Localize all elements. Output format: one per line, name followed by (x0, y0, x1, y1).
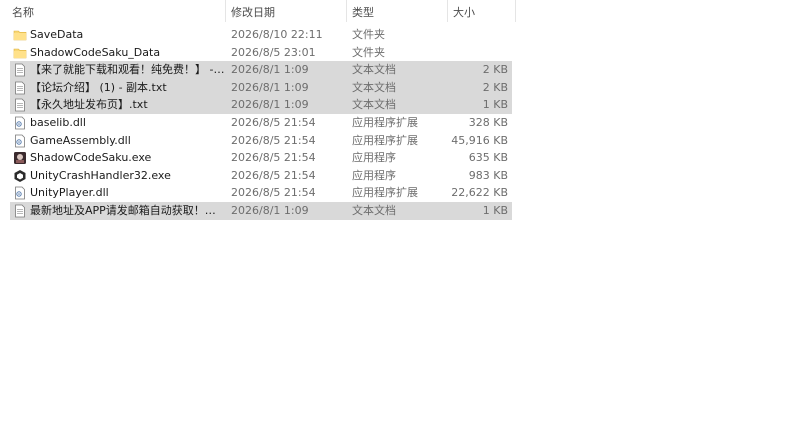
file-name: UnityPlayer.dll (30, 186, 109, 200)
file-size: 2 KB (482, 63, 508, 77)
file-type: 文件夹 (352, 28, 385, 41)
file-date: 2026/8/5 21:54 (231, 186, 316, 200)
file-row[interactable]: UnityCrashHandler32.exe 2026/8/5 21:54 应用程… (10, 167, 512, 185)
game-exe-icon (13, 151, 27, 165)
file-name: ShadowCodeSaku_Data (30, 45, 161, 59)
text-file-icon (13, 98, 27, 112)
file-date: 2026/8/5 21:54 (231, 115, 316, 129)
file-date: 2026/8/1 1:09 (231, 80, 309, 94)
file-name: 【永久地址发布页】.txt (30, 98, 148, 112)
file-row[interactable]: baselib.dll 2026/8/5 21:54 应用程序扩展 328 KB (10, 114, 512, 132)
file-size: 22,622 KB (451, 186, 508, 200)
column-divider[interactable] (225, 0, 226, 22)
file-list: SaveData 2026/8/10 22:11 文件夹 ShadowCodeSaku… (10, 26, 512, 220)
text-file-icon (13, 63, 27, 77)
file-size: 1 KB (482, 98, 508, 112)
file-date: 2026/8/1 1:09 (231, 203, 309, 217)
file-row[interactable]: SaveData 2026/8/10 22:11 文件夹 (10, 26, 512, 44)
file-date: 2026/8/5 23:01 (231, 45, 316, 59)
column-header-type[interactable]: 类型 (352, 4, 374, 20)
file-name: 【论坛介绍】 (1) - 副本.txt (30, 80, 167, 94)
dll-file-icon (13, 116, 27, 130)
file-row[interactable]: ShadowCodeSaku.exe 2026/8/5 21:54 应用程序 635 … (10, 149, 512, 167)
file-type: 文本文档 (352, 80, 396, 94)
file-type: 应用程序 (352, 168, 396, 182)
file-size: 1 KB (482, 203, 508, 217)
text-file-icon (13, 81, 27, 95)
column-divider[interactable] (447, 0, 448, 22)
file-type: 应用程序扩展 (352, 133, 418, 147)
file-name: baselib.dll (30, 115, 86, 129)
file-type: 应用程序扩展 (352, 186, 418, 200)
file-date: 2026/8/5 21:54 (231, 151, 316, 165)
file-row[interactable]: 最新地址及APP请发邮箱自动获取！！！... 2026/8/1 1:09 文本文档 1… (10, 201, 512, 220)
column-header-size[interactable]: 大小 (453, 4, 475, 20)
file-date: 2026/8/5 21:54 (231, 168, 316, 182)
file-type: 文本文档 (352, 63, 396, 77)
file-type: 文件夹 (352, 45, 385, 59)
column-divider[interactable] (515, 0, 516, 22)
text-file-icon (13, 204, 27, 218)
file-row[interactable]: 【论坛介绍】 (1) - 副本.txt 2026/8/1 1:09 文本文档 2 KB (10, 78, 512, 97)
file-row[interactable]: GameAssembly.dll 2026/8/5 21:54 应用程序扩展 45,9… (10, 132, 512, 150)
file-size: 983 KB (468, 168, 508, 182)
file-row[interactable]: ShadowCodeSaku_Data 2026/8/5 23:01 文件夹 (10, 44, 512, 62)
file-type: 应用程序扩展 (352, 115, 418, 129)
folder-icon (13, 28, 27, 42)
file-size: 45,916 KB (451, 133, 508, 147)
file-date: 2026/8/5 21:54 (231, 133, 316, 147)
file-date: 2026/8/10 22:11 (231, 28, 323, 41)
dll-file-icon (13, 186, 27, 200)
file-type: 应用程序 (352, 151, 396, 165)
file-name: 最新地址及APP请发邮箱自动获取！！！... (30, 203, 226, 217)
file-row[interactable]: 【永久地址发布页】.txt 2026/8/1 1:09 文本文档 1 KB (10, 96, 512, 114)
file-size: 2 KB (482, 80, 508, 94)
file-name: ShadowCodeSaku.exe (30, 151, 152, 165)
file-name: 【来了就能下载和观看！纯免费！】 - 副... (30, 63, 226, 77)
file-name: UnityCrashHandler32.exe (30, 168, 171, 182)
file-size: 635 KB (468, 151, 508, 165)
file-name: SaveData (30, 28, 84, 41)
file-name: GameAssembly.dll (30, 133, 131, 147)
file-row[interactable]: UnityPlayer.dll 2026/8/5 21:54 应用程序扩展 22,62… (10, 184, 512, 202)
column-divider[interactable] (346, 0, 347, 22)
file-type: 文本文档 (352, 203, 396, 217)
unity-exe-icon (13, 169, 27, 183)
file-row[interactable]: 【来了就能下载和观看！纯免费！】 - 副... 2026/8/1 1:09 文本文档… (10, 61, 512, 79)
column-header-name[interactable]: 名称 (12, 4, 34, 20)
column-header-bar: 名称 修改日期 类型 大小 (0, 0, 516, 22)
file-size: 328 KB (468, 115, 508, 129)
file-date: 2026/8/1 1:09 (231, 98, 309, 112)
file-type: 文本文档 (352, 98, 396, 112)
dll-file-icon (13, 134, 27, 148)
file-date: 2026/8/1 1:09 (231, 63, 309, 77)
column-header-date[interactable]: 修改日期 (231, 4, 275, 20)
folder-icon (13, 46, 27, 60)
sort-ascending-icon (113, 0, 122, 2)
